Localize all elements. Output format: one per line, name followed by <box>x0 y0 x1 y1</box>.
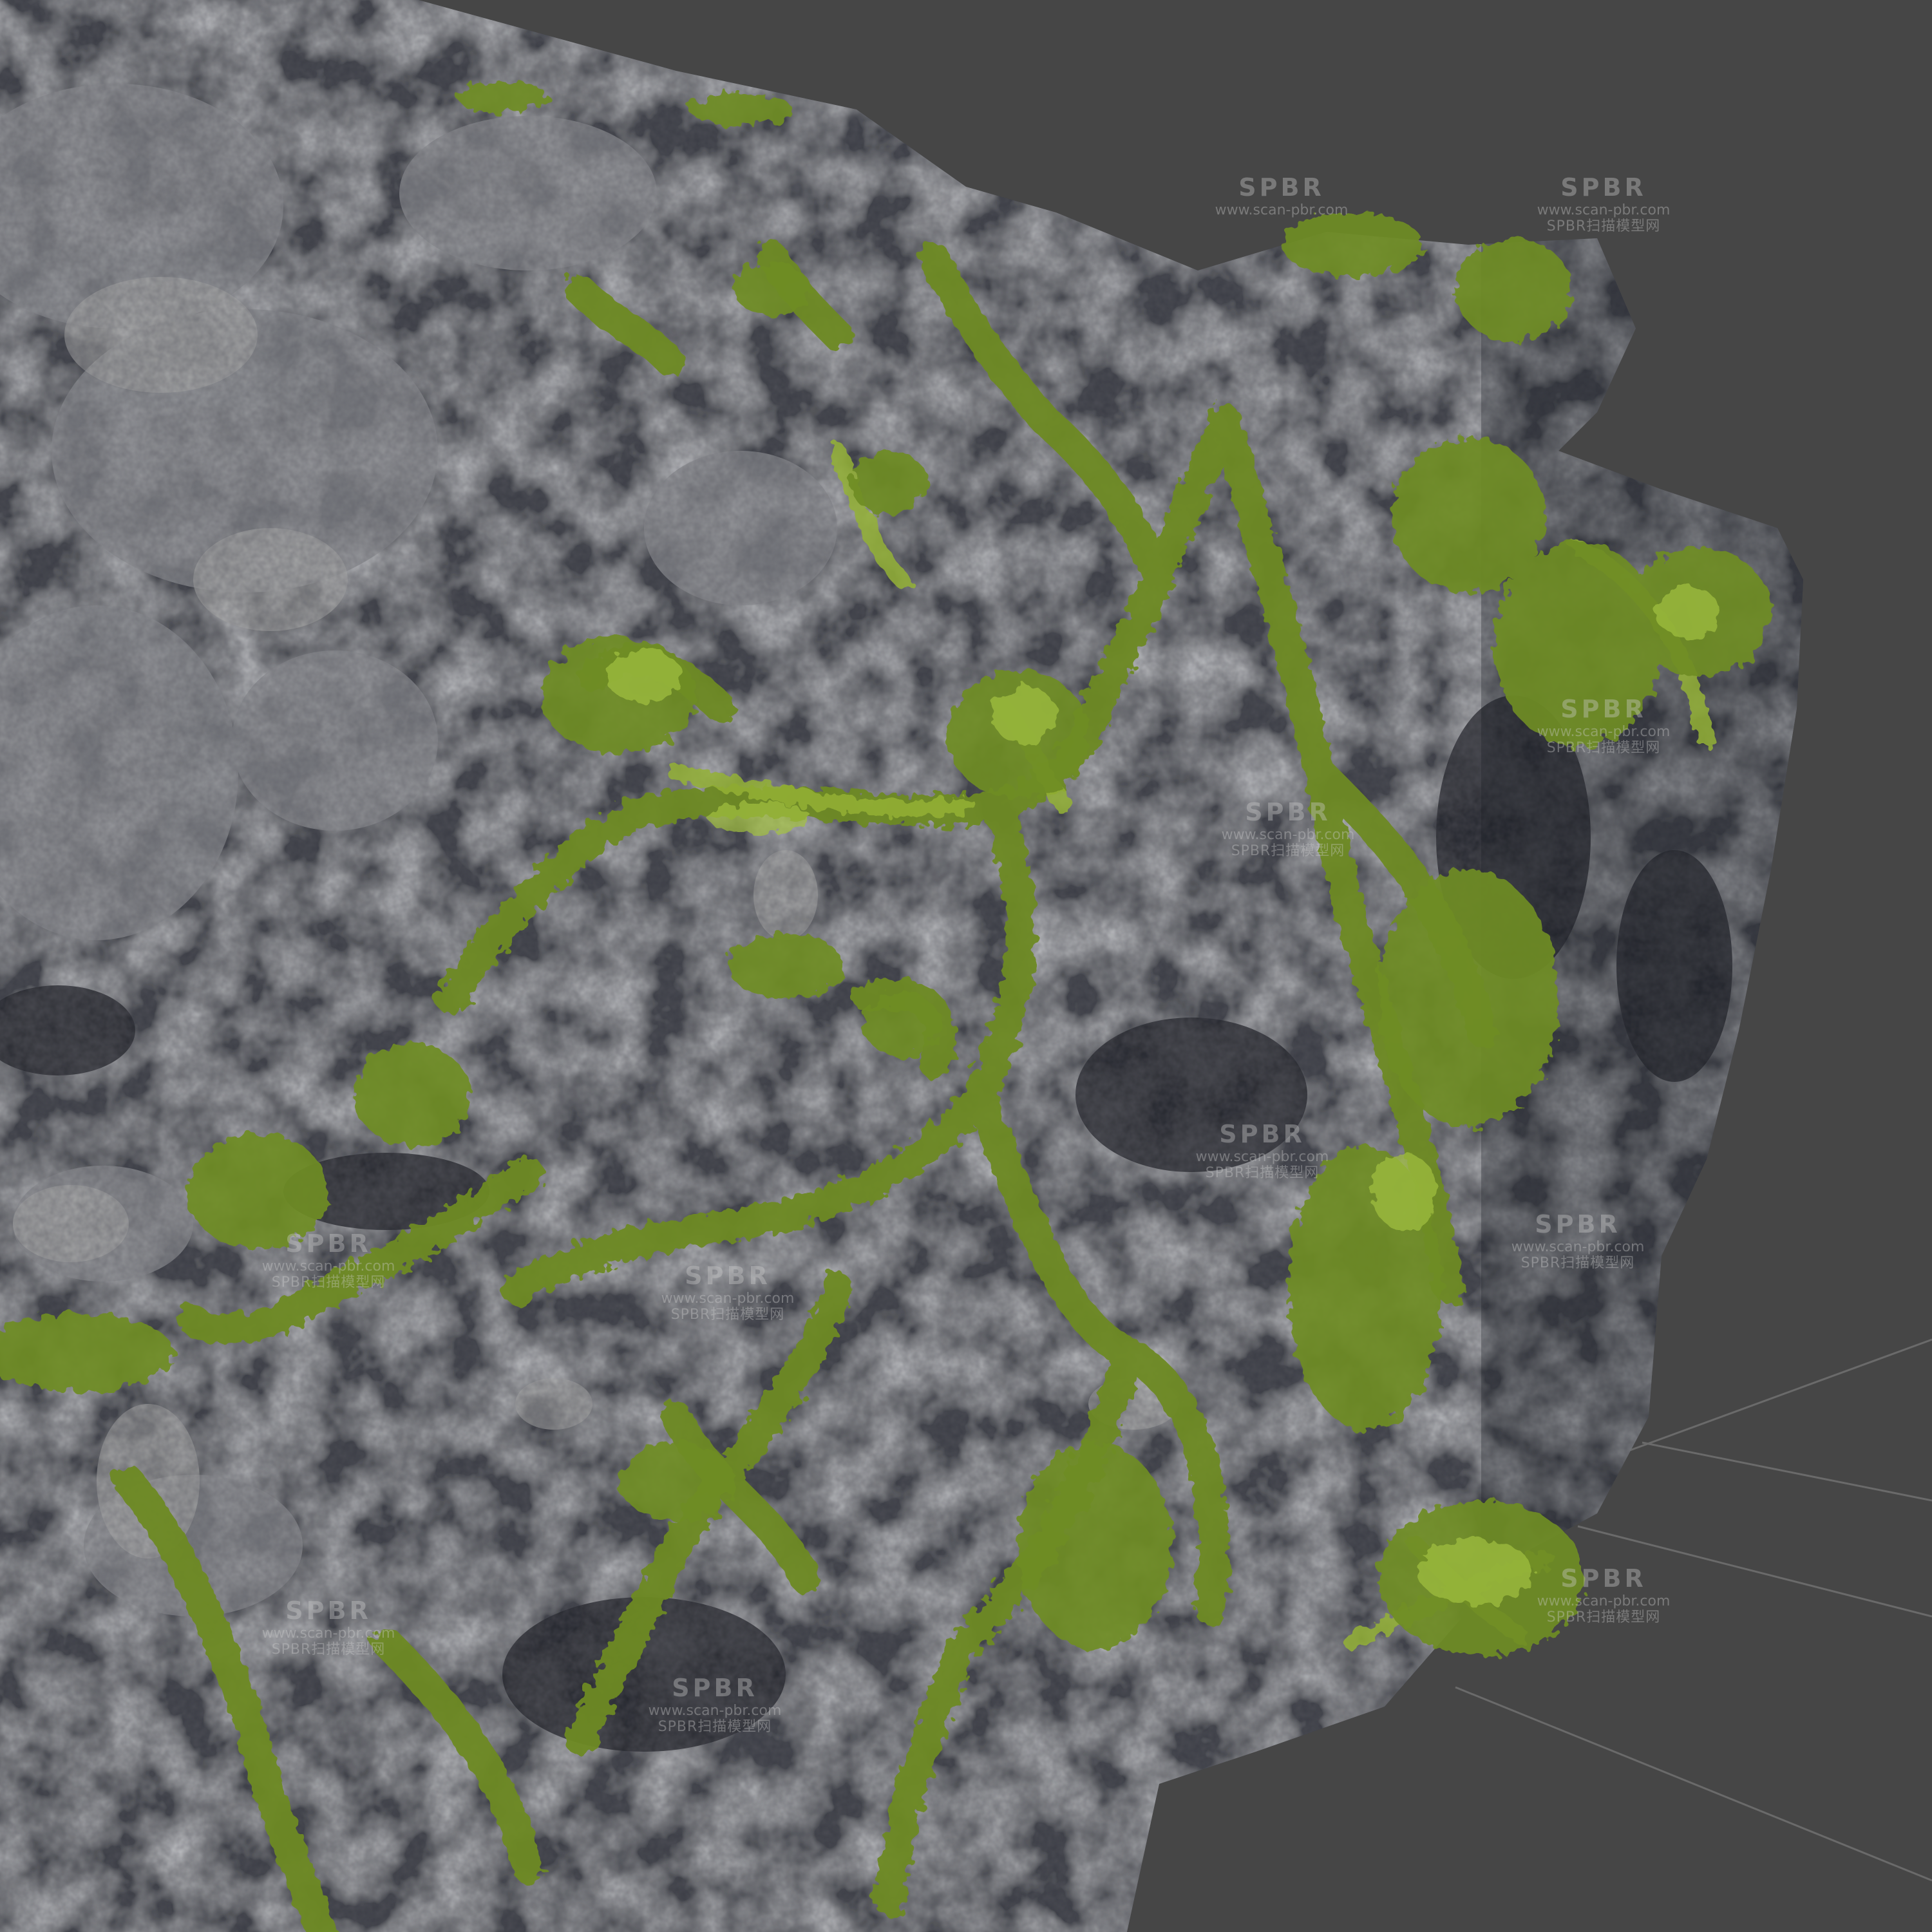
rock-scene <box>0 0 1932 1932</box>
viewport-3d[interactable]: SPBR www.scan-pbr.com SPBR www.scan-pbr.… <box>0 0 1932 1932</box>
